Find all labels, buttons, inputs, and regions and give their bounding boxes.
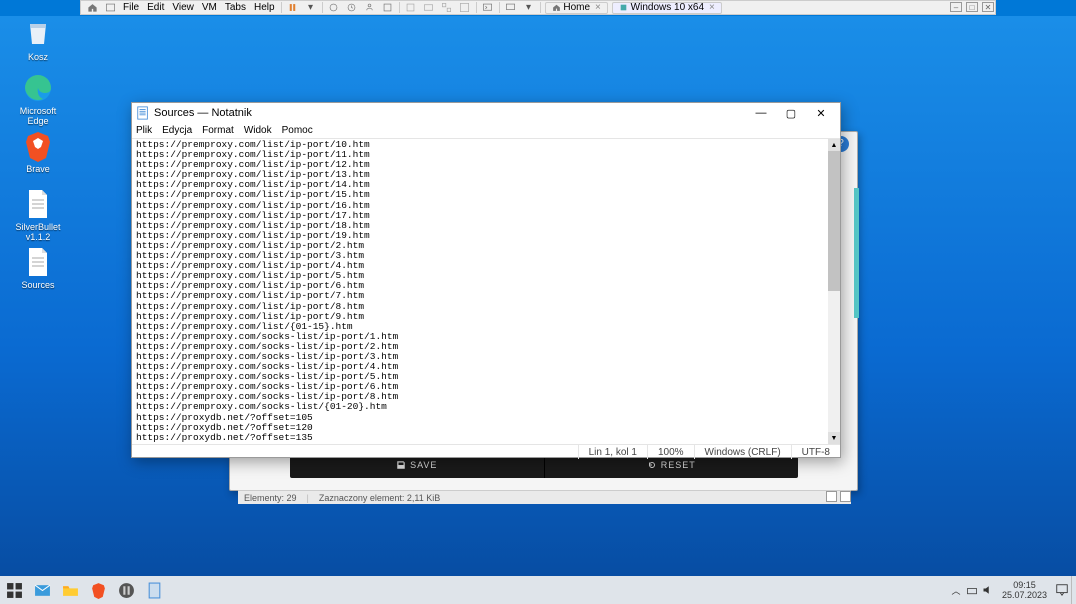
taskbar-mail-icon[interactable] bbox=[28, 576, 56, 604]
status-elements: Elementy: 29 bbox=[244, 493, 297, 503]
vm-stretch-icon[interactable] bbox=[422, 1, 436, 15]
vm-dropdown-icon[interactable]: ▾ bbox=[304, 1, 318, 15]
vm-home-icon[interactable] bbox=[85, 1, 99, 15]
sources-file-icon[interactable]: Sources bbox=[8, 246, 68, 290]
scrollbar[interactable]: ▲ ▼ bbox=[828, 139, 840, 444]
scroll-thumb[interactable] bbox=[828, 151, 840, 291]
vm-fullscreen-icon[interactable] bbox=[458, 1, 472, 15]
menu-pomoc[interactable]: Pomoc bbox=[282, 125, 313, 136]
notepad-window[interactable]: Sources — Notatnik — ▢ ✕ Plik Edycja For… bbox=[131, 102, 841, 458]
show-desktop-button[interactable] bbox=[1071, 576, 1076, 604]
notepad-text-area[interactable]: https://premproxy.com/list/ip-port/10.ht… bbox=[134, 139, 828, 444]
menu-format[interactable]: Format bbox=[202, 125, 234, 136]
vm-home-tab[interactable]: Home× bbox=[545, 2, 608, 14]
status-selected: Zaznaczony element: 2,11 KiB bbox=[319, 493, 440, 503]
recycle-bin-icon[interactable]: Kosz bbox=[8, 18, 68, 62]
menu-edycja[interactable]: Edycja bbox=[162, 125, 192, 136]
vm-pause-icon[interactable] bbox=[286, 1, 300, 15]
scroll-up-icon[interactable]: ▲ bbox=[828, 139, 840, 151]
vm-library-icon[interactable] bbox=[103, 1, 117, 15]
close-button[interactable]: ✕ bbox=[806, 103, 836, 123]
notepad-statusbar: Lin 1, kol 1 100% Windows (CRLF) UTF-8 bbox=[132, 444, 840, 459]
vm-display-dropdown-icon[interactable]: ▾ bbox=[522, 1, 536, 15]
vm-menu-file[interactable]: File bbox=[123, 2, 139, 13]
vm-fit-icon[interactable] bbox=[404, 1, 418, 15]
vm-guest-icon[interactable] bbox=[363, 1, 377, 15]
vm-menu-edit[interactable]: Edit bbox=[147, 2, 164, 13]
status-encoding: UTF-8 bbox=[791, 445, 840, 459]
status-eol: Windows (CRLF) bbox=[694, 445, 791, 459]
taskbar-explorer-icon[interactable] bbox=[56, 576, 84, 604]
vm-unity-icon[interactable] bbox=[440, 1, 454, 15]
scroll-down-icon[interactable]: ▼ bbox=[828, 432, 840, 444]
vm-window-min-icon[interactable]: – bbox=[950, 2, 962, 12]
vm-toolbar: File Edit View VM Tabs Help ▾ ▾ Home× Wi… bbox=[80, 0, 996, 15]
taskbar-clock[interactable]: 09:15 25.07.2023 bbox=[996, 580, 1053, 600]
vm-menu-view[interactable]: View bbox=[172, 2, 194, 13]
status-icons bbox=[826, 491, 851, 502]
vm-display-icon[interactable] bbox=[504, 1, 518, 15]
notepad-menubar: Plik Edycja Format Widok Pomoc bbox=[132, 123, 840, 139]
vm-window-max-icon[interactable]: □ bbox=[966, 2, 978, 12]
notepad-title: Sources — Notatnik bbox=[154, 107, 252, 119]
vm-menu-help[interactable]: Help bbox=[254, 2, 275, 13]
notepad-titlebar[interactable]: Sources — Notatnik — ▢ ✕ bbox=[132, 103, 840, 123]
vm-console-icon[interactable] bbox=[481, 1, 495, 15]
guest-desktop[interactable]: Kosz Microsoft Edge Brave SilverBullet v… bbox=[0, 16, 1076, 576]
start-button[interactable] bbox=[0, 576, 28, 604]
menu-widok[interactable]: Widok bbox=[244, 125, 272, 136]
taskbar: ︿ 09:15 25.07.2023 bbox=[0, 576, 1076, 604]
vm-snapshot-icon[interactable] bbox=[327, 1, 341, 15]
vm-guest-tab[interactable]: Windows 10 x64× bbox=[612, 2, 722, 14]
vm-menu-vm[interactable]: VM bbox=[202, 2, 217, 13]
taskbar-app-icon[interactable] bbox=[112, 576, 140, 604]
tray-volume-icon[interactable] bbox=[980, 584, 996, 596]
status-zoom: 100% bbox=[647, 445, 694, 459]
microsoft-edge-icon[interactable]: Microsoft Edge bbox=[8, 72, 68, 126]
brave-icon[interactable]: Brave bbox=[8, 130, 68, 174]
tray-chevron-up-icon[interactable]: ︿ bbox=[948, 584, 964, 597]
maximize-button[interactable]: ▢ bbox=[776, 103, 806, 123]
tray-network-icon[interactable] bbox=[964, 584, 980, 596]
menu-plik[interactable]: Plik bbox=[136, 125, 152, 136]
status-cursor-pos: Lin 1, kol 1 bbox=[578, 445, 647, 459]
action-center-icon[interactable] bbox=[1053, 576, 1071, 604]
accent-bar bbox=[854, 188, 859, 318]
vm-menu-tabs[interactable]: Tabs bbox=[225, 2, 246, 13]
vm-window-close-icon[interactable]: ✕ bbox=[982, 2, 994, 12]
vm-clock-icon[interactable] bbox=[345, 1, 359, 15]
taskbar-brave-icon[interactable] bbox=[84, 576, 112, 604]
notepad-app-icon bbox=[136, 106, 150, 120]
silverbullet-file-icon[interactable]: SilverBullet v1.1.2 bbox=[8, 188, 68, 242]
vm-tools-icon[interactable] bbox=[381, 1, 395, 15]
taskbar-notepad-icon[interactable] bbox=[140, 576, 168, 604]
minimize-button[interactable]: — bbox=[746, 103, 776, 123]
